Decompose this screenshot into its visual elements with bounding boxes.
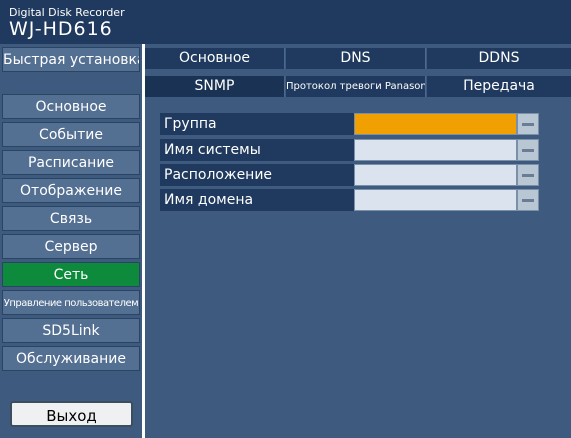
settings-panel: Основное DNS DDNS SNMP Протокол тревоги … bbox=[145, 44, 571, 438]
sidebar-item-sd5link[interactable]: SD5Link bbox=[2, 318, 140, 343]
group-input[interactable] bbox=[354, 113, 517, 135]
system-name-input[interactable] bbox=[354, 139, 517, 161]
domain-name-keyboard-button[interactable] bbox=[517, 189, 539, 211]
minus-icon bbox=[522, 123, 534, 126]
sidebar-item-server[interactable]: Сервер bbox=[2, 234, 140, 259]
system-name-keyboard-button[interactable] bbox=[517, 139, 539, 161]
device-model: WJ-HD616 bbox=[9, 18, 113, 40]
sidebar-item-event[interactable]: Событие bbox=[2, 122, 140, 147]
minus-icon bbox=[522, 174, 534, 177]
quick-setup-button[interactable]: Быстрая установка bbox=[2, 47, 140, 72]
location-label: Расположение bbox=[160, 164, 355, 186]
sidebar-item-maintenance[interactable]: Обслуживание bbox=[2, 346, 140, 371]
exit-button[interactable]: Выход bbox=[10, 401, 133, 427]
minus-icon bbox=[522, 199, 534, 202]
group-keyboard-button[interactable] bbox=[517, 113, 539, 135]
tab-snmp[interactable]: SNMP bbox=[145, 76, 285, 97]
tab-basic[interactable]: Основное bbox=[145, 48, 285, 69]
system-name-label: Имя системы bbox=[160, 139, 355, 161]
location-input[interactable] bbox=[354, 164, 517, 186]
header-bar: Digital Disk Recorder WJ-HD616 bbox=[0, 0, 571, 44]
tab-ddns[interactable]: DDNS bbox=[427, 48, 571, 69]
sidebar-item-communication[interactable]: Связь bbox=[2, 206, 140, 231]
sidebar-item-schedule[interactable]: Расписание bbox=[2, 150, 140, 175]
tab-transmission[interactable]: Передача bbox=[427, 76, 571, 97]
domain-name-input[interactable] bbox=[354, 189, 517, 211]
sidebar: Быстрая установка Основное Событие Распи… bbox=[0, 44, 142, 438]
minus-icon bbox=[522, 149, 534, 152]
sidebar-item-user-management[interactable]: Управление пользователем bbox=[2, 290, 140, 315]
sidebar-item-network[interactable]: Сеть bbox=[2, 262, 140, 287]
location-keyboard-button[interactable] bbox=[517, 164, 539, 186]
tab-dns[interactable]: DNS bbox=[286, 48, 426, 69]
group-label: Группа bbox=[160, 113, 355, 135]
sidebar-item-basic[interactable]: Основное bbox=[2, 94, 140, 119]
sidebar-item-display[interactable]: Отображение bbox=[2, 178, 140, 203]
app-window: Digital Disk Recorder WJ-HD616 Быстрая у… bbox=[0, 0, 571, 438]
domain-name-label: Имя домена bbox=[160, 189, 355, 211]
tab-panasonic-alarm-protocol[interactable]: Протокол тревоги Panasonic bbox=[286, 76, 426, 97]
